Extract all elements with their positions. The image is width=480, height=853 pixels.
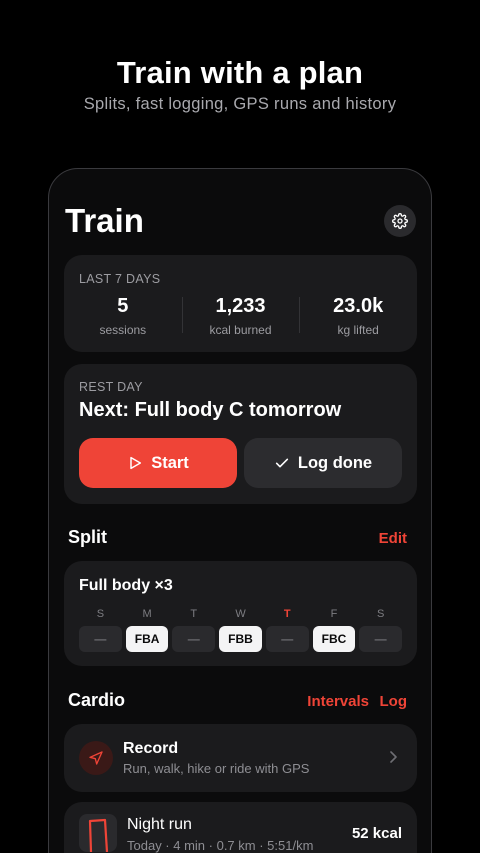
day-monday[interactable]: M FBA [125, 608, 169, 652]
day-chip: — [79, 626, 122, 652]
stat-label: kcal burned [209, 323, 272, 337]
stat-sessions: 5 sessions [64, 295, 182, 337]
next-workout-card: REST DAY Next: Full body C tomorrow Star… [64, 364, 417, 504]
settings-button[interactable] [384, 205, 416, 237]
day-letter: F [330, 608, 338, 620]
day-letter: S [96, 608, 105, 620]
day-chip: — [172, 626, 216, 652]
record-subtitle: Run, walk, hike or ride with GPS [123, 761, 310, 776]
record-card[interactable]: Record Run, walk, hike or ride with GPS [64, 724, 417, 792]
record-title: Record [123, 740, 179, 757]
day-chip: — [359, 626, 403, 652]
navigation-arrow-icon [89, 751, 103, 765]
day-chip: — [265, 626, 309, 652]
day-saturday[interactable]: S — [359, 608, 403, 652]
day-friday[interactable]: F FBC [312, 608, 356, 652]
cardio-section-title: Cardio [68, 690, 126, 710]
recent-run-card[interactable]: Night run Today · 4 min · 0.7 km · 5:51/… [64, 802, 417, 853]
log-done-label: Log done [297, 453, 373, 472]
run-subtitle: Today · 4 min · 0.7 km · 5:51/km [127, 838, 314, 853]
hero-subtitle: Splits, fast logging, GPS runs and histo… [83, 95, 397, 113]
day-chip: FBC [312, 626, 356, 652]
play-icon [130, 456, 142, 470]
day-letter: M [142, 608, 152, 620]
stat-value: 5 [117, 295, 129, 317]
start-button[interactable]: Start [79, 438, 237, 488]
stat-lifted: 23.0k kg lifted [299, 295, 417, 337]
next-workout-title: Next: Full body C tomorrow [79, 399, 342, 421]
stat-label: sessions [99, 323, 147, 337]
stat-label: kg lifted [337, 323, 379, 337]
cardio-log-link[interactable]: Log [380, 693, 408, 710]
record-icon-badge [79, 741, 113, 775]
split-name: Full body ×3 [79, 577, 173, 594]
stat-value: 1,233 [215, 295, 266, 317]
day-chip: FBA [125, 626, 169, 652]
stats-card: LAST 7 DAYS 5 sessions 1,233 kcal burned… [64, 255, 417, 352]
stat-value: 23.0k [333, 295, 384, 317]
day-sunday[interactable]: S — [79, 608, 122, 652]
phone-frame: Train LAST 7 DAYS 5 sessions 1,233 kcal … [48, 168, 432, 853]
chevron-right-icon [390, 751, 397, 763]
day-letter: S [377, 608, 385, 620]
split-section-title: Split [68, 527, 107, 547]
split-card[interactable]: Full body ×3 S — M FBA T — W FBB T — F F… [64, 561, 417, 666]
run-title: Night run [127, 816, 192, 833]
route-map-thumbnail [79, 814, 117, 852]
run-kcal: 52 kcal [351, 825, 402, 842]
day-wednesday[interactable]: W FBB [219, 608, 262, 652]
split-days: S — M FBA T — W FBB T — F FBC S — [79, 608, 403, 652]
day-chip: FBB [219, 626, 262, 652]
log-done-button[interactable]: Log done [244, 438, 402, 488]
day-tuesday[interactable]: T — [172, 608, 216, 652]
day-letter: W [235, 608, 246, 620]
intervals-link[interactable]: Intervals [307, 693, 369, 710]
hero-title: Train with a plan [116, 55, 364, 90]
check-icon [275, 458, 289, 468]
gear-icon [392, 213, 408, 229]
day-letter: T [283, 608, 291, 620]
page-title: Train [65, 202, 144, 239]
start-label: Start [151, 453, 189, 472]
day-thursday-today[interactable]: T — [265, 608, 309, 652]
rest-day-kicker: REST DAY [79, 380, 143, 394]
edit-split-link[interactable]: Edit [379, 530, 407, 547]
stats-row: 5 sessions 1,233 kcal burned 23.0k kg li… [64, 295, 417, 337]
stats-kicker: LAST 7 DAYS [79, 272, 161, 286]
route-path-icon [88, 818, 109, 852]
stat-kcal: 1,233 kcal burned [181, 295, 300, 337]
day-letter: T [190, 608, 198, 620]
